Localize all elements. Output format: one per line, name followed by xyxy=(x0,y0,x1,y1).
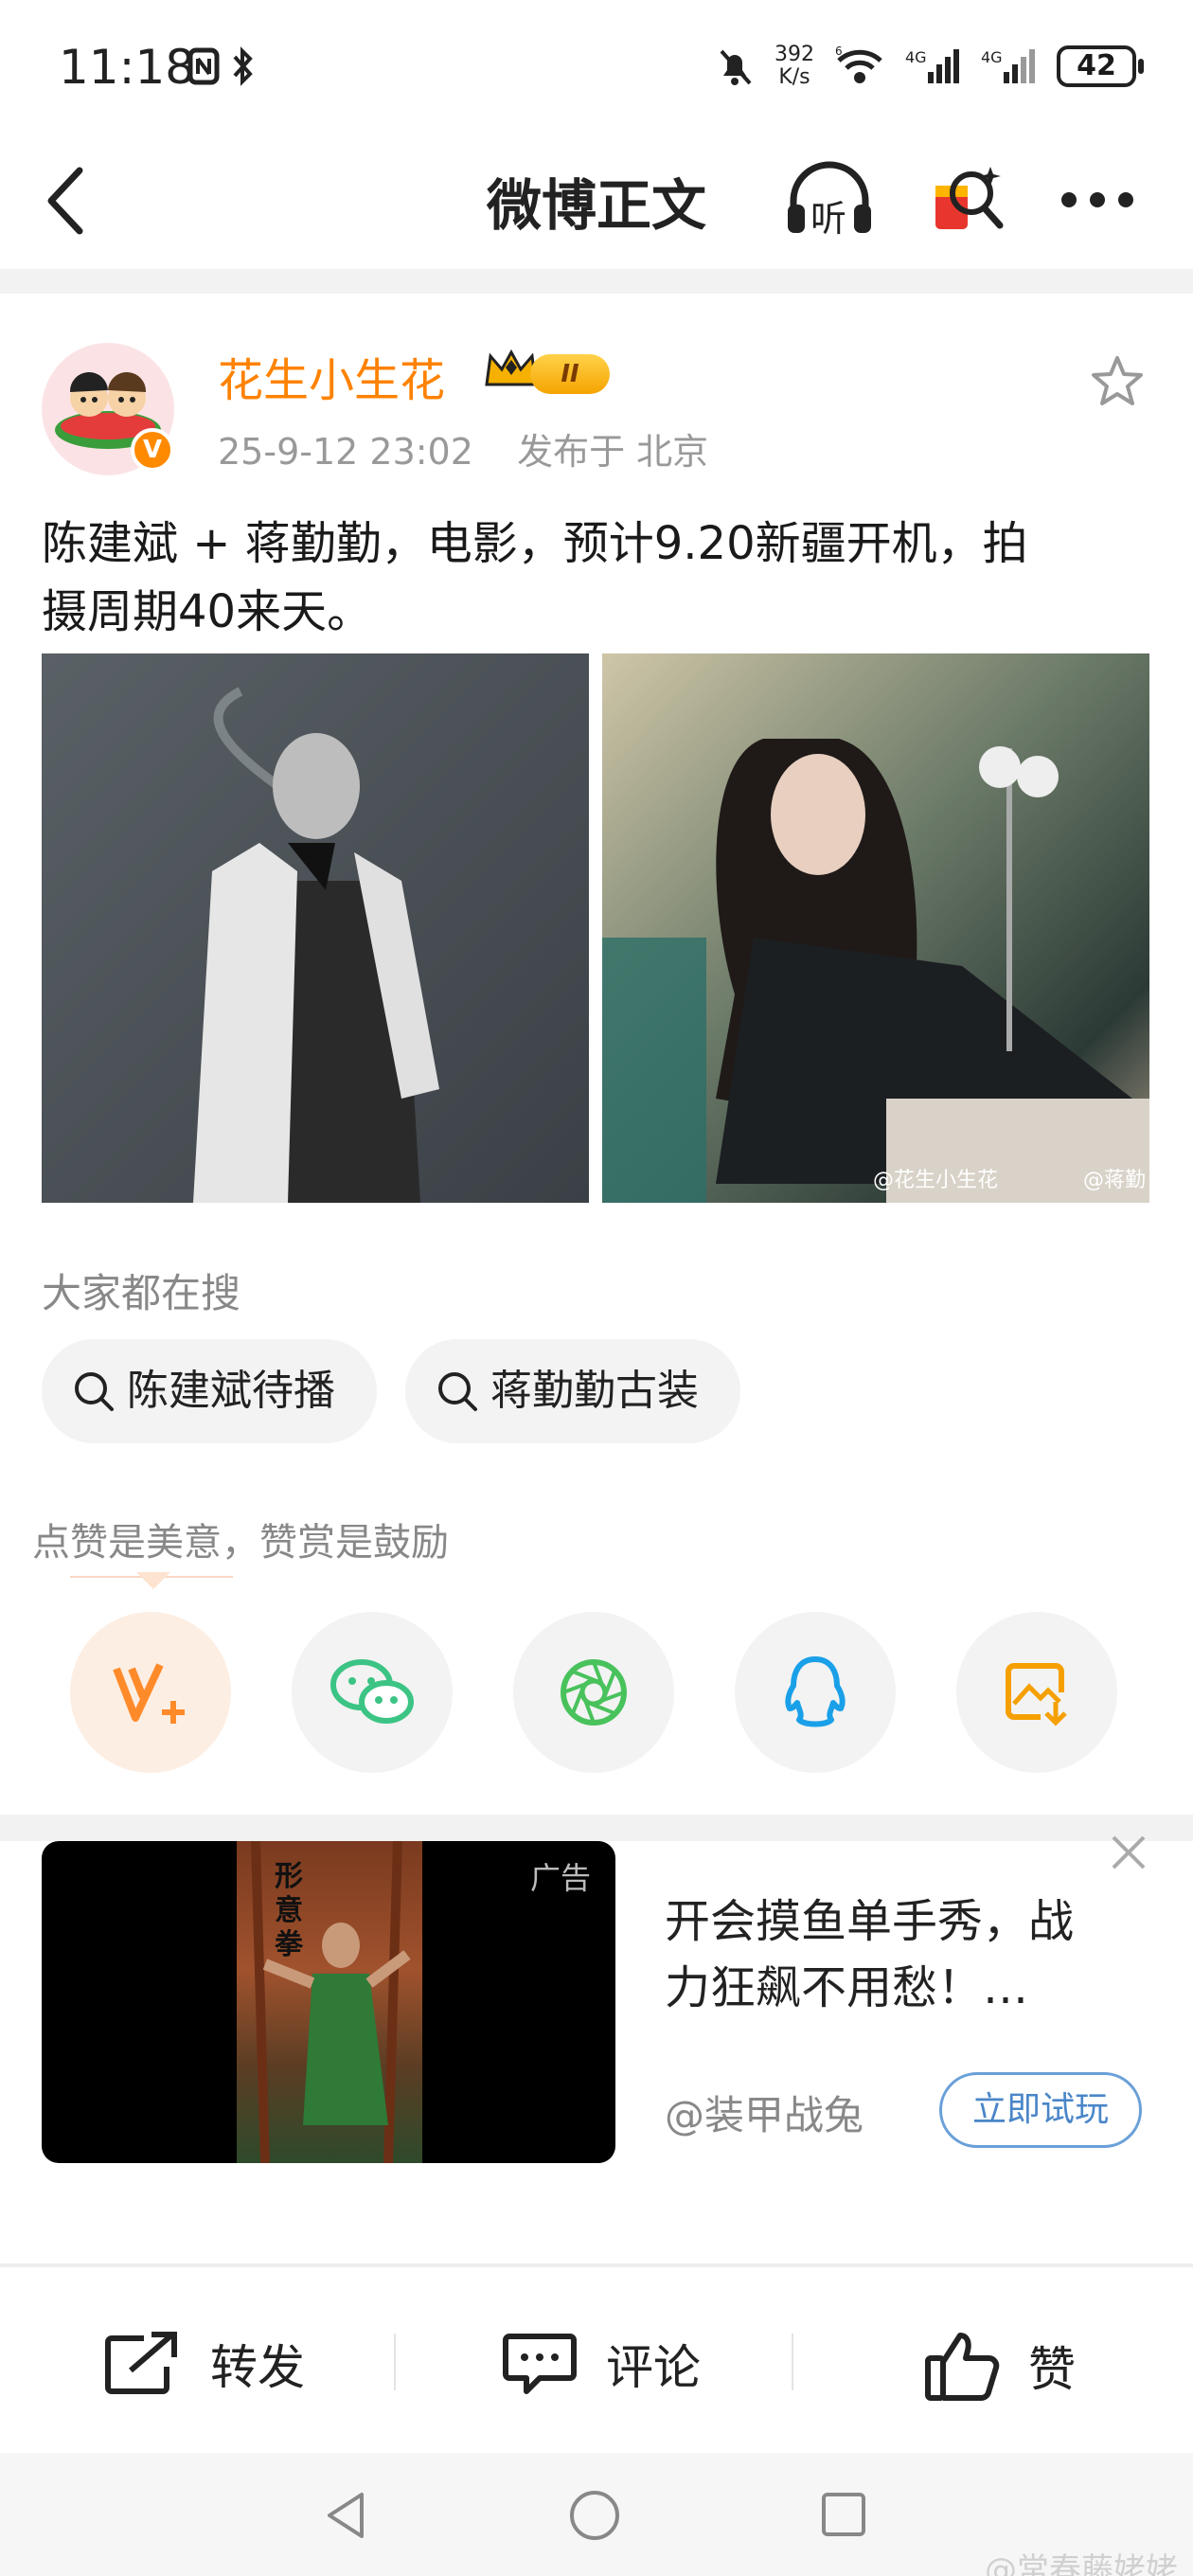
ad-poster: 形意拳 xyxy=(237,1841,422,2163)
recents-square-icon[interactable] xyxy=(820,2491,867,2538)
wifi-icon: 6 xyxy=(835,45,882,83)
section-divider xyxy=(0,269,1193,294)
nfc-icon xyxy=(187,47,220,85)
post-time: 25-9-12 23:02 xyxy=(218,431,473,473)
net-speed-unit: K/s xyxy=(778,65,810,89)
4g-signal-icon: 4G xyxy=(905,48,959,83)
search-icon xyxy=(75,1372,114,1411)
comment-icon xyxy=(503,2334,577,2394)
page-title: 微博正文 xyxy=(486,173,706,238)
hot-search-chip[interactable]: 陈建斌待播 xyxy=(42,1339,377,1443)
top-navigation-bar: 微博正文 听 xyxy=(0,133,1193,265)
action-bar: 转发 评论 赞 xyxy=(0,2263,1193,2453)
net-speed: 392 K/s xyxy=(775,44,814,89)
ad-author[interactable]: @装甲战兔 xyxy=(665,2084,864,2141)
post-meta: 25-9-12 23:02 发布于 北京 xyxy=(218,422,708,474)
try-now-button[interactable]: 立即试玩 xyxy=(939,2072,1142,2148)
home-circle-icon[interactable] xyxy=(568,2489,621,2542)
thumbs-up-icon xyxy=(925,2333,1000,2401)
ad-image[interactable]: 形意拳 广告 xyxy=(42,1841,615,2163)
member-level-badge: II xyxy=(530,354,610,394)
post-text: 陈建斌 + 蒋勤勤，电影，预计9.20新疆开机，拍 摄周期40来天。 xyxy=(42,510,1159,646)
net-speed-value: 392 xyxy=(775,43,814,66)
post-text-line: 陈建斌 + 蒋勤勤，电影，预计9.20新疆开机，拍 xyxy=(42,517,1028,570)
verified-badge: V xyxy=(131,428,174,472)
martial-artist-illustration xyxy=(251,1841,411,2163)
image-watermark: @花生小生花 xyxy=(872,1169,998,1192)
svg-text:4G: 4G xyxy=(981,48,1003,66)
listen-button[interactable]: 听 xyxy=(782,157,877,242)
like-button[interactable]: 赞 xyxy=(924,2330,1076,2402)
ad-headline-line: 力狂飙不用愁！… xyxy=(665,1961,1029,2014)
post-image-2[interactable]: @花生小生花 @蒋勤 xyxy=(602,653,1149,1203)
hot-search-chip-label: 陈建斌待播 xyxy=(127,1367,335,1415)
bluetooth-icon xyxy=(233,46,253,86)
repost-button[interactable]: 转发 xyxy=(102,2330,305,2398)
ad-tag: 广告 xyxy=(529,1860,591,1896)
battery-indicator: 42 xyxy=(1057,45,1144,87)
close-icon[interactable] xyxy=(1108,1832,1149,1873)
red-packet-search-icon[interactable] xyxy=(930,161,1006,241)
image-watermark: @蒋勤 xyxy=(1082,1169,1146,1192)
corner-watermark: @常春藤姥姥 xyxy=(985,2551,1178,2576)
woman-portrait-illustration xyxy=(602,739,1149,1203)
man-portrait-illustration xyxy=(193,687,439,1203)
ad-headline-line: 开会摸鱼单手秀，战 xyxy=(665,1895,1075,1948)
search-icon xyxy=(438,1372,477,1411)
back-triangle-icon[interactable] xyxy=(322,2489,369,2542)
status-bar: 11:18 392 K/s 6 4G 4G 42 xyxy=(0,0,1193,133)
post-image-1[interactable] xyxy=(42,653,589,1203)
more-dots-icon[interactable] xyxy=(1059,189,1136,210)
ad-poster-title: 形意拳 xyxy=(275,1860,303,1961)
comment-label: 评论 xyxy=(606,2340,701,2395)
hot-search-chip[interactable]: 蒋勤勤古装 xyxy=(405,1339,740,1443)
post-username[interactable]: 花生小生花 xyxy=(218,343,445,409)
ad-headline: 开会摸鱼单手秀，战 力狂飙不用愁！… xyxy=(665,1888,1157,2021)
svg-text:6: 6 xyxy=(835,45,843,58)
action-divider xyxy=(792,2334,793,2390)
svg-text:4G: 4G xyxy=(905,48,927,66)
listen-label: 听 xyxy=(810,198,847,240)
post-location: 发布于 北京 xyxy=(517,431,709,473)
hot-search-chip-label: 蒋勤勤古装 xyxy=(490,1367,699,1415)
repost-label: 转发 xyxy=(210,2340,305,2395)
status-icons: 392 K/s 6 4G 4G 42 xyxy=(716,38,1144,95)
mute-bell-icon xyxy=(720,49,752,85)
action-divider xyxy=(394,2334,396,2390)
4g-signal-icon: 4G xyxy=(981,48,1035,83)
post-text-line: 摄周期40来天。 xyxy=(42,585,373,638)
status-time: 11:18 xyxy=(59,40,196,95)
star-icon[interactable] xyxy=(1089,352,1146,409)
comment-button[interactable]: 评论 xyxy=(502,2330,701,2398)
like-label: 赞 xyxy=(1028,2342,1076,2397)
hot-search-title: 大家都在搜 xyxy=(42,1270,241,1316)
ad-card[interactable]: 形意拳 广告 开会摸鱼单手秀，战 力狂飙不用愁！… @装甲战兔 立即试玩 xyxy=(0,1515,1193,2197)
repost-icon xyxy=(105,2332,177,2394)
